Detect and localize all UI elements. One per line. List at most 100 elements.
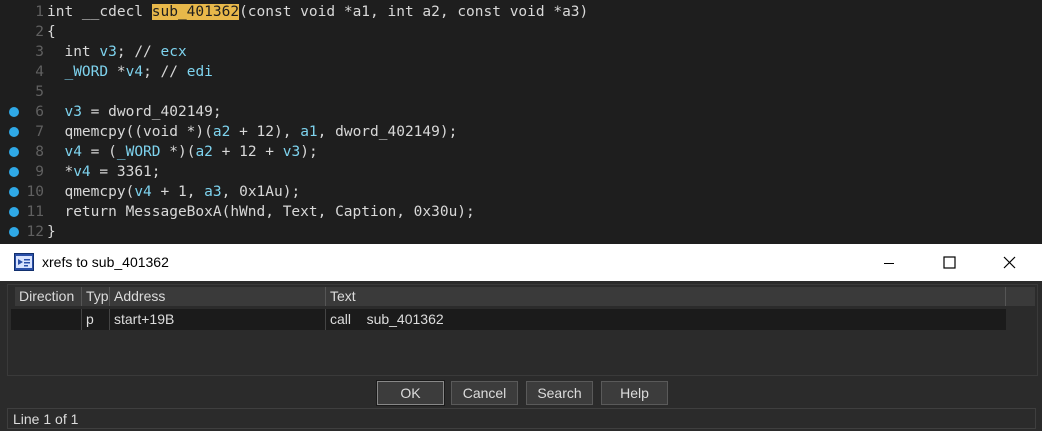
line-number: 9 [35,164,44,180]
cancel-button[interactable]: Cancel [451,381,518,405]
code-token: v3 [282,144,301,160]
minimize-button[interactable] [864,244,914,281]
cell-direction: Up [11,309,82,330]
code-token: a2 [212,124,231,140]
table-row[interactable]: Up p start+19B call sub_401362 [11,309,1006,330]
cell-type: p [82,309,110,330]
code-line[interactable]: 5 [0,82,1042,102]
breakpoint-dot-icon[interactable] [9,207,19,217]
code-token: v3 [99,44,117,60]
status-bar: Line 1 of 1 [7,408,1036,429]
code-line[interactable]: 10 qmemcpy(v4 + 1, a3, 0x1Au); [0,182,1042,202]
code-line[interactable]: 11 return MessageBoxA(hWnd, Text, Captio… [0,202,1042,222]
code-token: ); [300,144,318,160]
code-token: a1 [300,124,318,140]
code-token: ecx [160,44,187,60]
code-line[interactable]: 4 _WORD *v4; // edi [0,62,1042,82]
code-token: v3 [64,104,82,120]
column-header-filler [1006,287,1035,306]
code-token: _WORD [64,64,109,80]
code-line[interactable]: 1 int __cdecl sub_401362(const void *a1, … [0,2,1042,22]
code-text: return MessageBoxA(hWnd, Text, Caption, … [47,202,475,222]
line-number: 4 [35,64,44,80]
dialog-title: xrefs to sub_401362 [42,254,169,270]
code-token: = ( [81,144,117,160]
line-number: 11 [26,204,44,220]
code-token: edi [186,64,213,80]
code-token: v4 [73,164,91,180]
code-token: v4 [125,64,144,80]
maximize-button[interactable] [924,244,974,281]
line-number: 3 [35,44,44,60]
breakpoint-dot-icon[interactable] [9,147,19,157]
breakpoint-dot-icon[interactable] [9,107,19,117]
code-token: a3 [204,184,222,200]
line-number: 2 [35,24,44,40]
code-token: + 12 + [212,144,283,160]
code-token: int __cdecl [47,4,152,20]
close-button[interactable] [984,244,1034,281]
code-line[interactable]: 3 int v3; // ecx [0,42,1042,62]
code-token: v4 [134,184,152,200]
code-token: (const void *a1, int a2, const void *a3) [239,4,589,20]
code-text: } [47,222,56,242]
code-line[interactable]: 9 *v4 = 3361; [0,162,1042,182]
search-button[interactable]: Search [526,381,593,405]
line-number: 6 [35,104,44,120]
breakpoint-dot-icon[interactable] [9,187,19,197]
code-line[interactable]: 8 v4 = (_WORD *)(a2 + 12 + v3); [0,142,1042,162]
column-header-address[interactable]: Address [110,287,326,306]
code-token: int [47,44,100,60]
code-token: + 12), [230,124,301,140]
line-number: 12 [26,224,44,240]
column-header-type[interactable]: Typ [82,287,110,306]
breakpoint-dot-icon[interactable] [9,227,19,237]
cell-address: start+19B [110,309,326,330]
ok-button[interactable]: OK [376,380,445,406]
code-token: a2 [195,144,213,160]
code-line[interactable]: 12} [0,222,1042,242]
code-token: ; // [143,64,187,80]
code-text: int __cdecl sub_401362(const void *a1, i… [47,2,588,22]
highlighted-symbol[interactable]: sub_401362 [151,4,240,20]
breakpoint-dot-icon[interactable] [9,167,19,177]
code-token: } [47,224,56,240]
code-token: , 0x1Au); [221,184,301,200]
cell-text: call sub_401362 [330,311,444,327]
pseudocode-view[interactable]: 1 int __cdecl sub_401362(const void *a1, … [0,0,1042,244]
code-token: _WORD [116,144,161,160]
code-text: { [47,22,56,42]
ida-app-icon [14,253,34,271]
code-token: ; // [116,44,161,60]
code-line[interactable]: 6 v3 = dword_402149; [0,102,1042,122]
code-token: = 3361; [90,164,161,180]
help-button[interactable]: Help [601,381,668,405]
line-number: 7 [35,124,44,140]
code-line[interactable]: 2{ [0,22,1042,42]
code-token: * [108,64,126,80]
code-text: qmemcpy((void *)(a2 + 12), a1, dword_402… [47,122,457,142]
dialog-titlebar[interactable]: xrefs to sub_401362 [0,244,1042,281]
breakpoint-dot-icon[interactable] [9,127,19,137]
column-header-direction[interactable]: Direction [15,287,82,306]
xrefs-table[interactable]: Direction Typ Address Text Up p start+19… [7,284,1038,376]
close-icon [1003,256,1015,269]
code-text: qmemcpy(v4 + 1, a3, 0x1Au); [47,182,300,202]
line-number: 8 [35,144,44,160]
code-text: v3 = dword_402149; [47,102,222,122]
column-header-text[interactable]: Text [326,287,1006,306]
code-token: { [47,24,56,40]
line-number: 10 [26,184,44,200]
code-token: = dword_402149; [81,104,222,120]
code-token: qmemcpy((void *)( [47,124,213,140]
line-number: 1 [35,4,44,20]
code-token: return MessageBoxA(hWnd, Text, Caption, … [47,204,475,220]
code-line[interactable]: 7 qmemcpy((void *)(a2 + 12), a1, dword_4… [0,122,1042,142]
line-number: 5 [35,84,44,100]
code-text: v4 = (_WORD *)(a2 + 12 + v3); [47,142,318,162]
code-token: , dword_402149); [317,124,458,140]
code-token: *)( [160,144,196,160]
